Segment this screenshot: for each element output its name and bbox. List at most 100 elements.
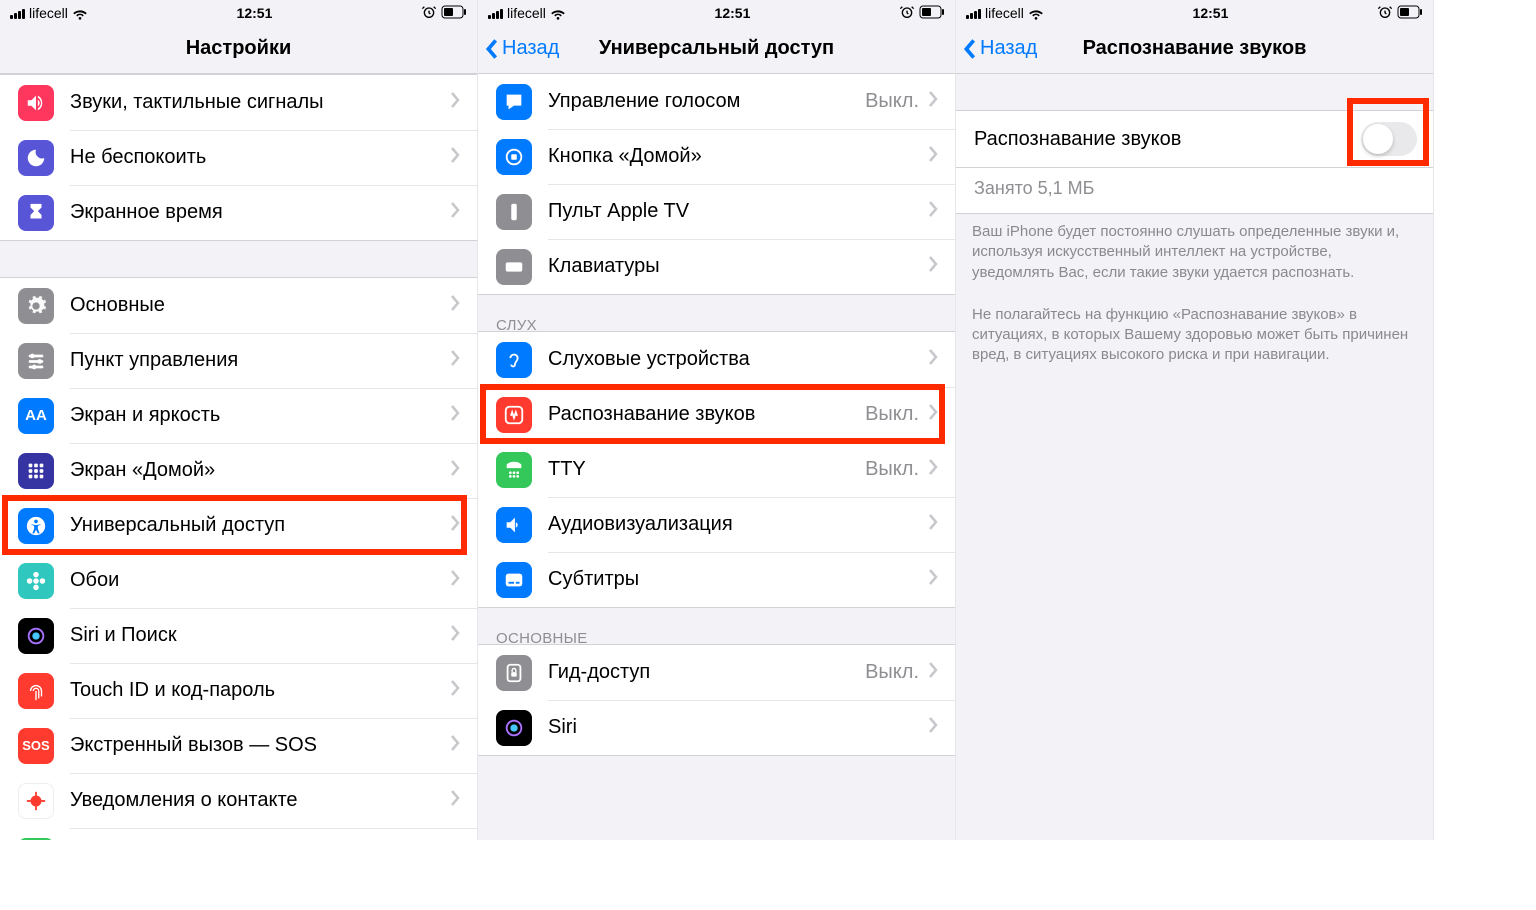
- carrier-label: lifecell: [507, 5, 546, 21]
- toggle-label: Распознавание звуков: [974, 128, 1361, 151]
- row-sos[interactable]: SOS Экстренный вызов — SOS: [0, 718, 477, 773]
- virus-icon: [18, 783, 54, 819]
- carrier-label: lifecell: [29, 5, 68, 21]
- signal-icon: [10, 7, 25, 19]
- back-label: Назад: [980, 37, 1037, 60]
- row-label: Гид-доступ: [548, 661, 865, 684]
- battery-icon: [919, 5, 945, 22]
- row-label: Основные: [70, 294, 449, 317]
- chevron-right-icon: [449, 569, 461, 592]
- sound-recognition-content: Распознавание звуков Занято 5,1 МБ Ваш i…: [956, 74, 1433, 840]
- chevron-left-icon: [962, 38, 978, 60]
- row-label: Не беспокоить: [70, 146, 449, 169]
- home-button-icon: [496, 139, 532, 175]
- back-button[interactable]: Назад: [484, 37, 559, 60]
- section-header-general: ОСНОВНЫЕ: [478, 608, 955, 644]
- row-label: Siri и Поиск: [70, 624, 449, 647]
- row-control-center[interactable]: Пункт управления: [0, 333, 477, 388]
- row-label: Универсальный доступ: [70, 514, 449, 537]
- row-general[interactable]: Основные: [0, 278, 477, 333]
- hourglass-icon: [18, 195, 54, 231]
- row-label: Siri: [548, 716, 927, 739]
- tty-icon: [496, 452, 532, 488]
- row-subtitles[interactable]: Субтитры: [478, 552, 955, 607]
- row-detail: Выкл.: [865, 403, 919, 426]
- nav-bar: Настройки: [0, 24, 477, 74]
- row-audio-visual[interactable]: Аудиовизуализация: [478, 497, 955, 552]
- chevron-left-icon: [484, 38, 500, 60]
- row-touchid[interactable]: Touch ID и код-пароль: [0, 663, 477, 718]
- status-time: 12:51: [1193, 5, 1229, 21]
- battery-icon: [441, 5, 467, 22]
- row-label: Экран и яркость: [70, 404, 449, 427]
- row-battery[interactable]: Аккумулятор: [0, 828, 477, 840]
- sos-icon: SOS: [18, 728, 54, 764]
- row-hearing-devices[interactable]: Слуховые устройства: [478, 332, 955, 387]
- accessibility-icon: [18, 508, 54, 544]
- alarm-icon: [899, 4, 915, 23]
- chevron-right-icon: [927, 348, 939, 371]
- row-siri[interactable]: Siri и Поиск: [0, 608, 477, 663]
- toggle-switch[interactable]: [1361, 122, 1417, 156]
- nav-bar: Назад Распознавание звуков: [956, 24, 1433, 74]
- row-dnd[interactable]: Не беспокоить: [0, 130, 477, 185]
- status-bar: lifecell 12:51: [0, 0, 477, 24]
- section-header-hearing: СЛУХ: [478, 295, 955, 331]
- wifi-icon: [72, 5, 88, 21]
- row-display[interactable]: AA Экран и яркость: [0, 388, 477, 443]
- row-wallpaper[interactable]: Обои: [0, 553, 477, 608]
- row-screentime[interactable]: Экранное время: [0, 185, 477, 240]
- chevron-right-icon: [449, 349, 461, 372]
- settings-list[interactable]: Звуки, тактильные сигналы Не беспокоить …: [0, 74, 477, 840]
- row-keyboards[interactable]: Клавиатуры: [478, 239, 955, 294]
- chevron-right-icon: [449, 404, 461, 427]
- row-label: Кнопка «Домой»: [548, 145, 927, 168]
- chevron-right-icon: [449, 679, 461, 702]
- page-title: Настройки: [186, 37, 292, 60]
- chevron-right-icon: [927, 145, 939, 168]
- wifi-icon: [550, 5, 566, 21]
- row-sound-recognition-toggle[interactable]: Распознавание звуков: [956, 111, 1433, 167]
- chevron-right-icon: [449, 459, 461, 482]
- sliders-icon: [18, 343, 54, 379]
- screen-accessibility: lifecell 12:51 Назад Универсальный досту…: [478, 0, 956, 840]
- row-detail: Выкл.: [865, 458, 919, 481]
- row-label: Распознавание звуков: [548, 403, 865, 426]
- lock-icon: [496, 655, 532, 691]
- flower-icon: [18, 563, 54, 599]
- display-icon: AA: [18, 398, 54, 434]
- chevron-right-icon: [449, 514, 461, 537]
- row-label: Звуки, тактильные сигналы: [70, 91, 449, 114]
- row-appletv-remote[interactable]: Пульт Apple TV: [478, 184, 955, 239]
- row-label: Экранное время: [70, 201, 449, 224]
- row-detail: Выкл.: [865, 661, 919, 684]
- row-label: Экран «Домой»: [70, 459, 449, 482]
- row-home-screen[interactable]: Экран «Домой»: [0, 443, 477, 498]
- footer-description-1: Ваш iPhone будет постоянно слушать опред…: [956, 214, 1433, 297]
- chevron-right-icon: [927, 200, 939, 223]
- row-voice-control[interactable]: Управление голосом Выкл.: [478, 74, 955, 129]
- carrier-label: lifecell: [985, 5, 1024, 21]
- back-label: Назад: [502, 37, 559, 60]
- soundwave-icon: [496, 397, 532, 433]
- page-title: Универсальный доступ: [599, 37, 834, 60]
- accessibility-list[interactable]: Управление голосом Выкл. Кнопка «Домой» …: [478, 74, 955, 840]
- row-sound-recognition[interactable]: Распознавание звуков Выкл.: [478, 387, 955, 442]
- row-label: Субтитры: [548, 568, 927, 591]
- row-exposure[interactable]: Уведомления о контакте: [0, 773, 477, 828]
- row-accessibility[interactable]: Универсальный доступ: [0, 498, 477, 553]
- row-tty[interactable]: TTY Выкл.: [478, 442, 955, 497]
- row-guided-access[interactable]: Гид-доступ Выкл.: [478, 645, 955, 700]
- alarm-icon: [1377, 4, 1393, 23]
- row-home-button[interactable]: Кнопка «Домой»: [478, 129, 955, 184]
- screen-sound-recognition: lifecell 12:51 Назад Распознавание звуко…: [956, 0, 1434, 840]
- chevron-right-icon: [449, 734, 461, 757]
- back-button[interactable]: Назад: [962, 37, 1037, 60]
- gear-icon: [18, 288, 54, 324]
- subtitles-icon: [496, 562, 532, 598]
- chevron-right-icon: [927, 255, 939, 278]
- row-sounds[interactable]: Звуки, тактильные сигналы: [0, 75, 477, 130]
- signal-icon: [966, 7, 981, 19]
- chevron-right-icon: [927, 716, 939, 739]
- row-siri[interactable]: Siri: [478, 700, 955, 755]
